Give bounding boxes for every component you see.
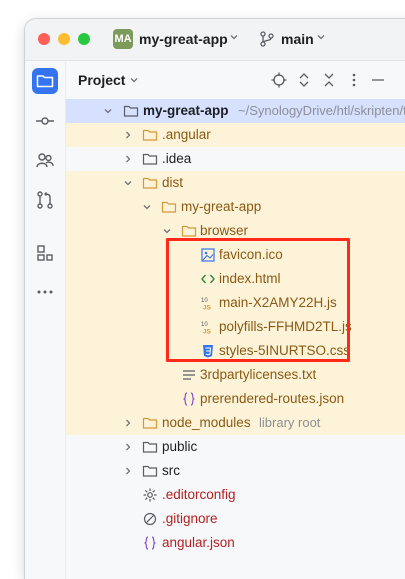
hide-icon[interactable]: [369, 71, 387, 89]
tree-row[interactable]: .gitignore: [66, 507, 405, 531]
minimize-window-button[interactable]: [58, 33, 70, 45]
tree-item-label: .editorconfig: [162, 487, 236, 502]
branch-switcher[interactable]: main: [281, 31, 314, 47]
tree-item-label: my-great-app: [143, 103, 229, 118]
title-bar: MA my-great-app main: [25, 19, 405, 61]
tree-row[interactable]: angular.json: [66, 531, 405, 555]
tree-item-label: .gitignore: [162, 511, 218, 526]
ignore-file-icon: [143, 512, 157, 526]
text-file-icon: [183, 370, 195, 380]
folder-icon: [142, 177, 158, 189]
json-file-icon: [183, 392, 195, 406]
folder-icon: [36, 75, 54, 88]
vcs-tool-button[interactable]: [32, 147, 58, 173]
tree-row[interactable]: node_modules library root: [66, 411, 405, 435]
pull-requests-tool-button[interactable]: [32, 187, 58, 213]
tree-row-root[interactable]: my-great-app ~/SynologyDrive/htl/skripte…: [66, 99, 405, 123]
pull-request-icon: [37, 191, 53, 209]
gear-icon: [143, 488, 157, 502]
tree-row[interactable]: my-great-app: [66, 195, 405, 219]
folder-icon: [181, 225, 197, 237]
tree-row[interactable]: public: [66, 435, 405, 459]
chevron-down-icon[interactable]: [230, 33, 238, 41]
close-window-button[interactable]: [38, 33, 50, 45]
chevron-right-icon[interactable]: [124, 443, 132, 451]
project-switcher[interactable]: my-great-app: [139, 31, 228, 47]
folder-icon: [142, 465, 158, 477]
project-panel-header: Project: [66, 61, 405, 99]
chevron-down-icon[interactable]: [163, 227, 171, 235]
tree-item-label: dist: [162, 175, 184, 190]
chevron-down-icon[interactable]: [143, 203, 151, 211]
folder-icon: [142, 441, 158, 453]
expand-all-icon[interactable]: [295, 71, 313, 89]
tree-item-label: my-great-app: [181, 199, 262, 214]
tree-row[interactable]: .angular: [66, 123, 405, 147]
structure-tool-button[interactable]: [32, 240, 58, 266]
tree-item-path: ~/SynologyDrive/htl/skripten/th: [238, 103, 405, 118]
chevron-right-icon[interactable]: [124, 131, 132, 139]
highlight-annotation-box: [166, 238, 350, 362]
tree-item-label: public: [162, 439, 198, 454]
project-badge[interactable]: MA: [113, 29, 133, 49]
maximize-window-button[interactable]: [78, 33, 90, 45]
chevron-down-icon[interactable]: [130, 76, 138, 84]
more-tools-button[interactable]: [32, 279, 58, 305]
tree-item-label: prerendered-routes.json: [200, 391, 345, 406]
tree-row[interactable]: prerendered-routes.json: [66, 387, 405, 411]
tool-window-bar: [25, 61, 66, 579]
tree-item-suffix: library root: [259, 415, 321, 430]
tree-row[interactable]: .idea: [66, 147, 405, 171]
commit-tool-button[interactable]: [32, 108, 58, 134]
tree-row[interactable]: dist: [66, 171, 405, 195]
json-file-icon: [144, 536, 156, 550]
users-icon: [36, 153, 54, 168]
tree-item-label: node_modules: [162, 415, 251, 430]
tree-item-label: .idea: [162, 151, 192, 166]
project-view-selector[interactable]: Project: [78, 72, 125, 88]
tree-item-label: src: [162, 463, 180, 478]
folder-icon: [142, 129, 158, 141]
tree-item-label: browser: [200, 223, 249, 238]
tree-row[interactable]: src: [66, 459, 405, 483]
chevron-right-icon[interactable]: [124, 467, 132, 475]
commit-icon: [36, 117, 54, 125]
folder-icon: [142, 417, 158, 429]
project-tool-button[interactable]: [32, 68, 58, 94]
chevron-down-icon[interactable]: [317, 33, 325, 41]
options-icon[interactable]: [345, 71, 363, 89]
tree-row[interactable]: .editorconfig: [66, 483, 405, 507]
tree-item-label: 3rdpartylicenses.txt: [200, 367, 317, 382]
tree-item-label: .angular: [162, 127, 211, 142]
folder-icon: [161, 201, 177, 213]
chevron-down-icon[interactable]: [124, 179, 132, 187]
structure-icon: [37, 245, 53, 261]
folder-icon: [123, 105, 139, 117]
git-branch-icon[interactable]: [258, 30, 276, 48]
chevron-down-icon[interactable]: [104, 107, 112, 115]
chevron-right-icon[interactable]: [124, 155, 132, 163]
collapse-all-icon[interactable]: [320, 71, 338, 89]
folder-icon: [142, 153, 158, 165]
locate-icon[interactable]: [270, 71, 288, 89]
tree-row[interactable]: 3rdpartylicenses.txt: [66, 363, 405, 387]
chevron-right-icon[interactable]: [124, 419, 132, 427]
tree-item-label: angular.json: [162, 535, 235, 550]
more-horizontal-icon: [37, 290, 53, 294]
